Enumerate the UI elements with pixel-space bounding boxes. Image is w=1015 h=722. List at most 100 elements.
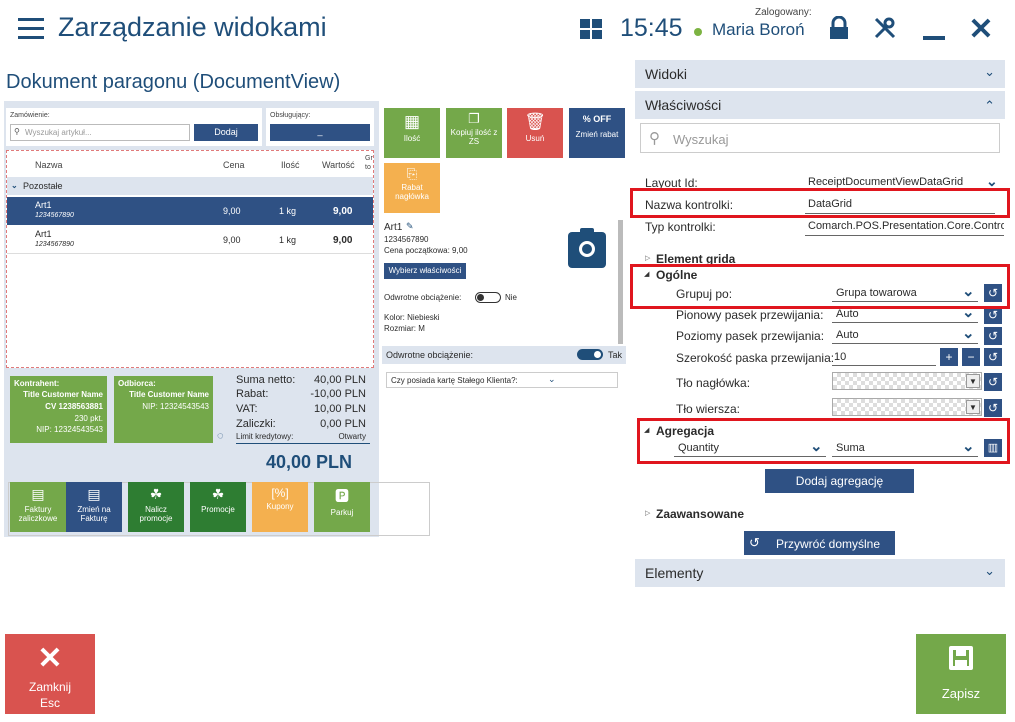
collapsed-icon[interactable]: ▷ [645,254,650,262]
dropdown-arrow-icon[interactable]: ▼ [966,400,980,414]
contractor-tile[interactable]: Kontrahent: Title Customer Name CV 12385… [10,376,107,443]
reset-icon[interactable]: ↺ [984,348,1002,366]
advanced-header[interactable]: Zaawansowane [656,507,744,521]
group-row[interactable]: ⌄ Pozostałe [7,177,373,195]
tile-apply-promotions[interactable]: ☘ Nalicz promocje [128,482,184,532]
restore-defaults-button[interactable]: ↺ Przywróć domyślne [744,531,895,555]
tile-change-discount[interactable]: % OFF Zmień rabat [569,108,625,158]
loyalty-dropdown[interactable]: Czy posiada kartę Stałego Klienta?: ⌄ [386,372,618,388]
tile-label: Ilość [403,134,421,143]
clock: 15:45 [620,14,683,42]
tools-icon[interactable] [870,16,900,47]
vscroll-value[interactable]: Auto [836,308,859,320]
chevron-up-icon: ⌃ [984,98,995,113]
minimize-icon[interactable] [923,36,945,40]
hscroll-label: Poziomy pasek przewijania: [676,329,825,343]
section-properties[interactable]: Właściwości ⌃ [635,91,1005,119]
group-name: Pozostałe [23,181,63,191]
credit-label: Limit kredytowy: [236,432,294,441]
tile-change-to-invoice[interactable]: ▤ Zmień na Fakturę [66,482,122,532]
save-button[interactable]: Zapisz [916,634,1006,714]
header-bg-picker[interactable] [832,372,982,390]
section-elements[interactable]: Elementy ⌄ [635,559,1005,587]
tiles-icon[interactable] [580,19,602,39]
choose-properties-button[interactable]: Wybierz właściwości [384,263,466,279]
total-amount: 40,00 PLN [266,452,353,472]
tile-delete[interactable]: 🗑︎ Usuń [507,108,563,158]
order-label: Zamówienie: [10,112,50,119]
vscroll-label: Pionowy pasek przewijania: [676,308,824,322]
menu-icon[interactable] [18,18,44,40]
tile-label: Parkuj [330,508,354,517]
dropdown-arrow-icon[interactable]: ▼ [966,374,980,388]
discount-value: -10,00 PLN [310,388,366,400]
chevron-down-icon[interactable]: ⌄ [962,324,975,342]
sum-net-label: Suma netto: [236,374,296,386]
coupon-icon: [%] [271,486,289,500]
close-label: Zamknij [28,680,71,694]
invoice-icon: ▤ [87,486,101,502]
restore-label: Przywróć domyślne [776,537,881,551]
receiver-name: Title Customer Name [129,390,209,399]
plus-icon[interactable]: + [940,348,958,366]
receiver-nip: NIP: 12324543543 [142,402,209,411]
field-underline [832,322,978,323]
row-value: 9,00 [333,235,353,246]
lock-icon[interactable] [824,15,854,47]
reset-icon[interactable]: ↺ [984,399,1002,417]
section-views[interactable]: Widoki ⌄ [635,60,1005,88]
header-bg-label: Tło nagłówka: [676,376,751,390]
section-elements-label: Elementy [645,565,704,581]
edit-icon[interactable]: ✎ [406,221,414,232]
detail-price: Cena początkowa: 9,00 [384,246,468,255]
contractor-name: Title Customer Name [23,390,103,399]
close-esc-button[interactable]: ✕ Zamknij Esc [5,634,95,714]
add-button[interactable]: Dodaj [194,124,258,141]
advances-value: 0,00 PLN [320,418,366,430]
scroll-width-value[interactable]: 10 [834,351,846,363]
control-type-value: Comarch.POS.Presentation.Core.Contro [808,220,1004,232]
col-value: Wartość [322,160,355,170]
receipt-grid[interactable]: Nazwa Cena Ilość Wartość Gr to ⌄ Pozosta… [6,150,374,368]
search-placeholder: Wyszukaj [673,132,729,147]
scroll-width-label: Szerokość paska przewijania: [676,351,835,365]
tile-quantity[interactable]: ▦ Ilość [384,108,440,158]
tile-park[interactable]: 🅿︎ Parkuj [314,482,370,532]
table-row[interactable]: Art1 1234567890 9,00 1 kg 9,00 [7,197,373,225]
minus-icon[interactable]: − [962,348,980,366]
col-extra: Gr to [365,155,373,171]
hscroll-value[interactable]: Auto [836,329,859,341]
reverse-label: Odwrotne obciążenie: [384,293,462,302]
article-search-input[interactable]: ⚲ Wyszukaj artykuł... [10,124,190,141]
tile-header-discount[interactable]: ⎘ Rabat nagłówka [384,163,440,213]
reset-icon[interactable]: ↺ [984,327,1002,345]
reverse2-toggle[interactable] [577,349,603,360]
reset-icon[interactable]: ↺ [984,373,1002,391]
collapsed-icon[interactable]: ▷ [645,509,650,517]
tile-coupons[interactable]: [%] Kupony [252,482,308,532]
tile-label: Faktury zaliczkowe [18,505,58,523]
row-bg-picker[interactable] [832,398,982,416]
tile-copy-qty[interactable]: ❐ Kopiuj ilość z ZS [446,108,502,158]
close-icon[interactable]: ✕ [966,12,996,47]
expand-icon: ⌄ [11,181,18,190]
served-select[interactable]: _ [270,124,370,141]
reverse2-label: Odwrotne obciążenie: [386,350,474,360]
scrollbar[interactable] [618,220,623,344]
reverse-row: Odwrotne obciążenie: Tak [382,346,626,364]
tile-promotions[interactable]: ☘ Promocje [190,482,246,532]
camera-icon[interactable] [568,228,606,268]
add-aggregation-button[interactable]: Dodaj agregację [765,469,914,493]
table-row[interactable]: Art1 1234567890 9,00 1 kg 9,00 [7,226,373,254]
trash-icon: 🗑︎ [524,112,546,131]
tile-advance-invoices[interactable]: ▤ Faktury zaliczkowe [10,482,66,532]
save-label: Zapisz [941,686,981,701]
detail-size: Rozmiar: M [384,324,425,333]
user-name[interactable]: Maria Boroń [712,20,805,40]
tile-label: Rabat nagłówka [395,183,429,201]
reverse-toggle[interactable] [475,292,501,303]
undo-icon: ↺ [749,535,760,550]
receiver-tile[interactable]: Odbiorca: Title Customer Name NIP: 12324… [114,376,213,443]
property-search-input[interactable]: ⚲ Wyszukaj [640,123,1000,153]
field-underline [805,235,1004,236]
